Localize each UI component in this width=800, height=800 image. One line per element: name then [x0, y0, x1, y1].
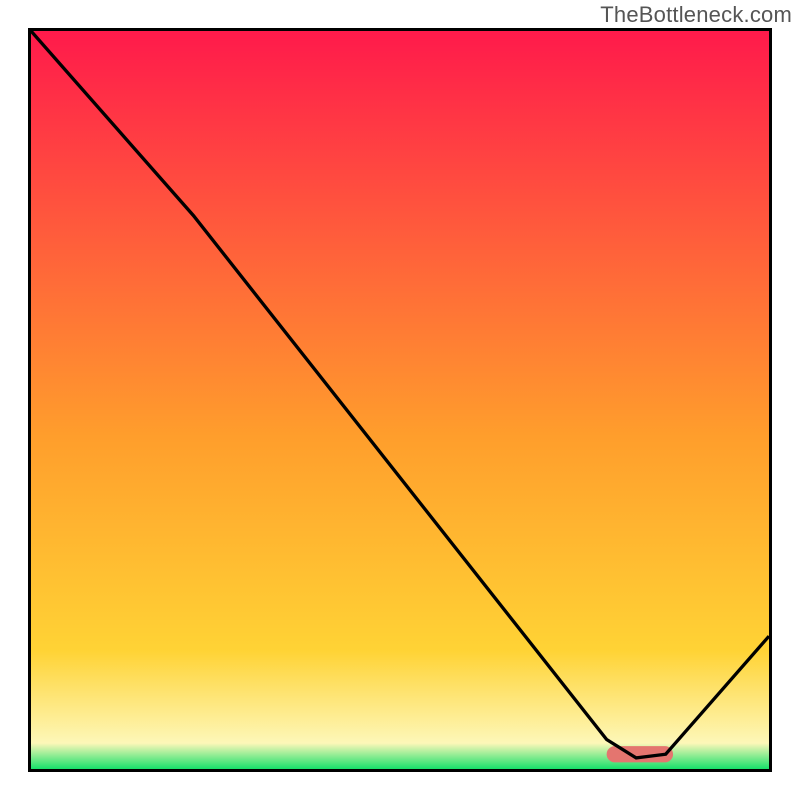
bottleneck-chart [28, 28, 772, 772]
gradient-background [31, 31, 769, 769]
site-watermark: TheBottleneck.com [600, 2, 792, 28]
chart-canvas [31, 31, 769, 769]
